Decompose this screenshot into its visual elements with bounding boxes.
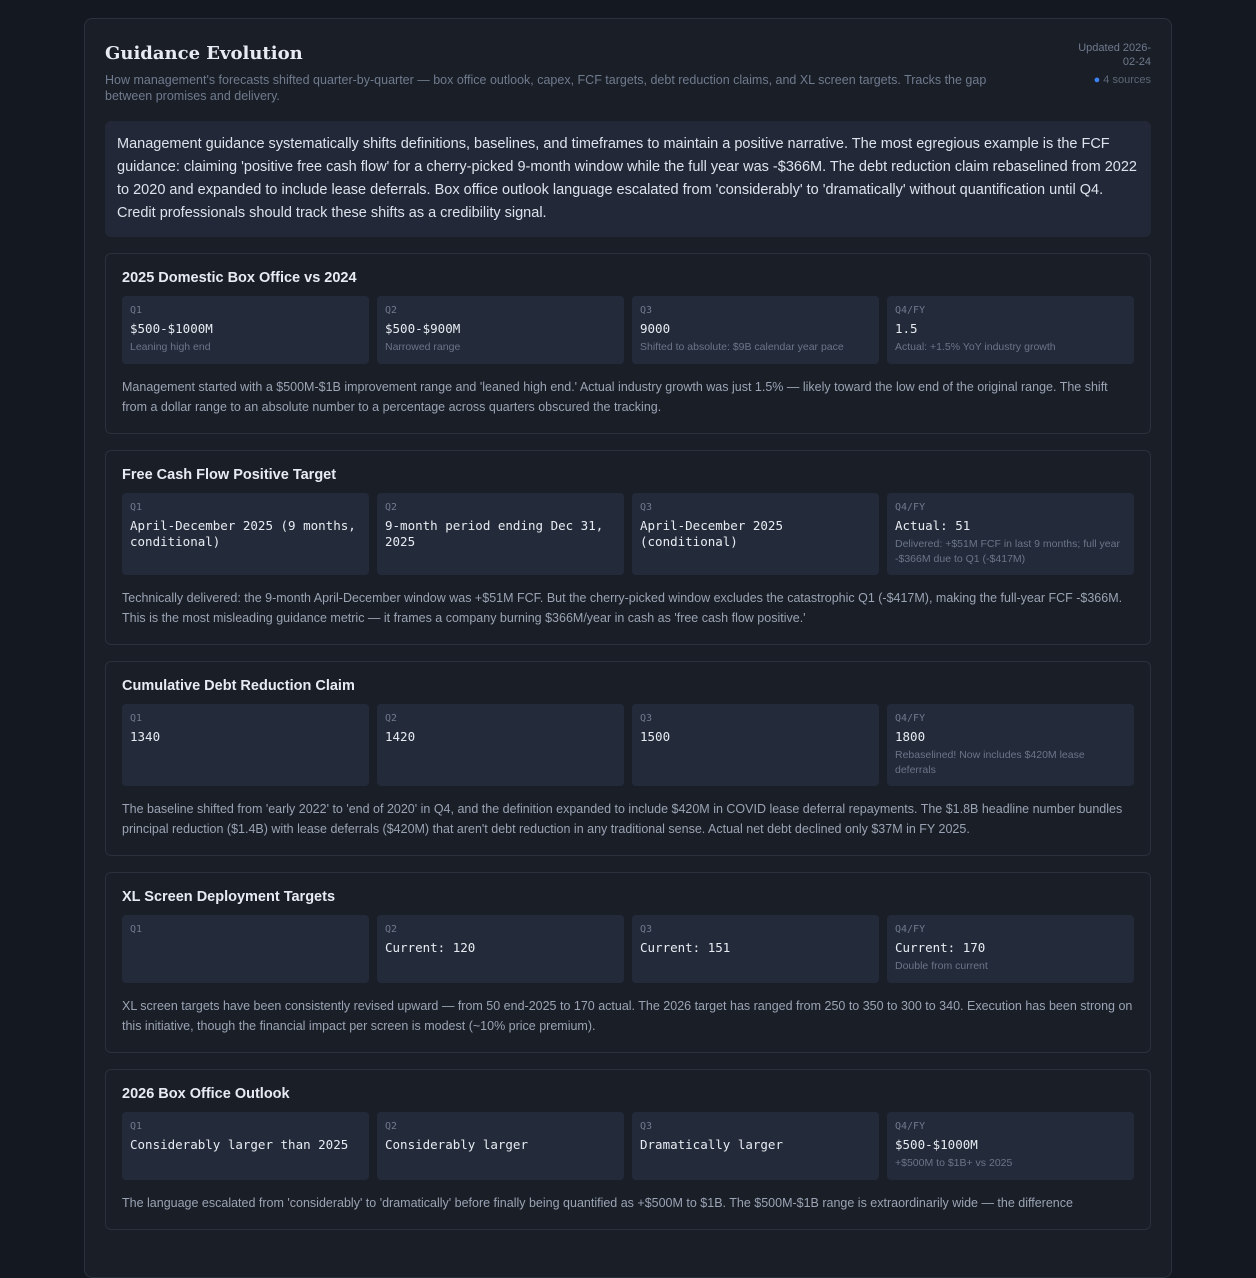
guidance-sections: 2025 Domestic Box Office vs 2024 Q1 $500… [105,253,1151,1230]
quarter-note: Delivered: +$51M FCF in last 9 months; f… [895,538,1120,565]
section-title: XL Screen Deployment Targets [122,889,336,905]
quarter-note: Actual: +1.5% YoY industry growth [895,341,1056,353]
quarter-label: Q1 [130,305,143,316]
quarter-note: Narrowed range [385,341,461,353]
quarter-label: Q1 [130,502,143,513]
quarter-label: Q4/FY [895,713,926,724]
sources-link[interactable]: ● 4 sources [1071,73,1151,87]
header-meta: Updated 2026-02-24 ● 4 sources [1071,41,1151,87]
quarter-label: Q1 [130,1121,143,1132]
quarter-card: Q1 Considerably larger than 2025 [122,1112,369,1180]
quarter-value: 1800 [895,729,926,744]
section-title: Free Cash Flow Positive Target [122,467,337,483]
quarter-label: Q3 [640,1121,653,1132]
quarter-value: 1420 [385,729,416,744]
quarter-value: Current: 151 [640,940,731,955]
section-title: 2025 Domestic Box Office vs 2024 [122,270,357,286]
quarter-label: Q4/FY [895,924,926,935]
guidance-section: XL Screen Deployment Targets Q1 Q2 Curre… [105,872,1151,1053]
quarter-card: Q4/FY $500-$1000M +$500M to $1B+ vs 2025 [887,1112,1134,1180]
panel-header: Guidance Evolution How management's fore… [105,41,1151,104]
quarter-grid: Q1 Considerably larger than 2025 Q2 Cons… [122,1112,1134,1180]
quarter-grid: Q1 1340 Q2 1420 Q3 1500 Q4/FY 1800 Rebas… [122,704,1134,786]
quarter-card: Q1 $500-$1000M Leaning high end [122,296,369,364]
quarter-note: Shifted to absolute: $9B calendar year p… [640,341,844,353]
quarter-label: Q4/FY [895,502,926,513]
quarter-label: Q1 [130,713,143,724]
quarter-card: Q3 9000 Shifted to absolute: $9B calenda… [632,296,879,364]
quarter-label: Q1 [130,924,143,935]
guidance-section: Free Cash Flow Positive Target Q1 April-… [105,450,1151,645]
sources-count: 4 sources [1103,74,1151,86]
quarter-value: Current: 170 [895,940,986,955]
guidance-evolution-panel: Guidance Evolution How management's fore… [84,18,1172,1278]
quarter-label: Q4/FY [895,305,926,316]
quarter-card: Q4/FY Actual: 51 Delivered: +$51M FCF in… [887,493,1134,575]
section-analysis: XL screen targets have been consistently… [122,999,1133,1033]
quarter-value: Dramatically larger [640,1137,783,1152]
quarter-grid: Q1 Q2 Current: 120 Q3 Current: 151 Q4/FY… [122,915,1134,983]
page-subtitle: How management's forecasts shifted quart… [105,73,987,103]
quarter-label: Q2 [385,1121,398,1132]
quarter-value: 1500 [640,729,671,744]
section-title: Cumulative Debt Reduction Claim [122,678,355,694]
quarter-label: Q3 [640,713,653,724]
quarter-value: $500-$1000M [130,321,213,336]
quarter-card: Q3 Current: 151 [632,915,879,983]
section-title: 2026 Box Office Outlook [122,1086,290,1102]
quarter-value: April-December 2025 (conditional) [640,518,783,549]
guidance-section: 2026 Box Office Outlook Q1 Considerably … [105,1069,1151,1230]
summary-callout: Management guidance systematically shift… [105,121,1151,237]
quarter-card: Q2 Considerably larger [377,1112,624,1180]
quarter-card: Q1 April-December 2025 (9 months, condit… [122,493,369,575]
quarter-value: Considerably larger [385,1137,528,1152]
updated-date: Updated 2026-02-24 [1078,42,1151,68]
quarter-label: Q3 [640,502,653,513]
quarter-label: Q2 [385,713,398,724]
quarter-card: Q1 1340 [122,704,369,786]
quarter-label: Q3 [640,924,653,935]
quarter-card: Q1 [122,915,369,983]
quarter-label: Q2 [385,924,398,935]
quarter-card: Q4/FY Current: 170 Double from current [887,915,1134,983]
quarter-value: Considerably larger than 2025 [130,1137,349,1152]
quarter-note: Double from current [895,960,988,972]
quarter-label: Q4/FY [895,1121,926,1132]
quarter-value: April-December 2025 (9 months, condition… [130,518,356,549]
source-dot-icon: ● [1093,74,1101,86]
quarter-label: Q2 [385,502,398,513]
quarter-note: Rebaselined! Now includes $420M lease de… [895,749,1085,776]
quarter-card: Q2 9-month period ending Dec 31, 2025 [377,493,624,575]
quarter-card: Q4/FY 1800 Rebaselined! Now includes $42… [887,704,1134,786]
section-analysis: Management started with a $500M-$1B impr… [122,380,1108,414]
quarter-value: $500-$900M [385,321,461,336]
quarter-value: Current: 120 [385,940,476,955]
quarter-card: Q2 $500-$900M Narrowed range [377,296,624,364]
quarter-card: Q3 April-December 2025 (conditional) [632,493,879,575]
quarter-value: 9-month period ending Dec 31, 2025 [385,518,604,549]
quarter-value: Actual: 51 [895,518,971,533]
quarter-value: 1.5 [895,321,918,336]
section-analysis: The language escalated from 'considerabl… [122,1196,1073,1210]
quarter-value: 9000 [640,321,671,336]
quarter-card: Q3 1500 [632,704,879,786]
quarter-label: Q3 [640,305,653,316]
guidance-section: Cumulative Debt Reduction Claim Q1 1340 … [105,661,1151,856]
quarter-card: Q2 1420 [377,704,624,786]
quarter-card: Q4/FY 1.5 Actual: +1.5% YoY industry gro… [887,296,1134,364]
quarter-card: Q3 Dramatically larger [632,1112,879,1180]
header-text: Guidance Evolution How management's fore… [105,41,1035,104]
quarter-value: 1340 [130,729,161,744]
section-analysis: Technically delivered: the 9-month April… [122,591,1123,625]
quarter-grid: Q1 April-December 2025 (9 months, condit… [122,493,1134,575]
quarter-value: $500-$1000M [895,1137,978,1152]
section-analysis: The baseline shifted from 'early 2022' t… [122,802,1123,836]
quarter-grid: Q1 $500-$1000M Leaning high end Q2 $500-… [122,296,1134,364]
quarter-note: Leaning high end [130,341,211,353]
quarter-card: Q2 Current: 120 [377,915,624,983]
quarter-label: Q2 [385,305,398,316]
quarter-note: +$500M to $1B+ vs 2025 [895,1157,1013,1169]
page-title: Guidance Evolution [105,43,303,64]
guidance-section: 2025 Domestic Box Office vs 2024 Q1 $500… [105,253,1151,434]
